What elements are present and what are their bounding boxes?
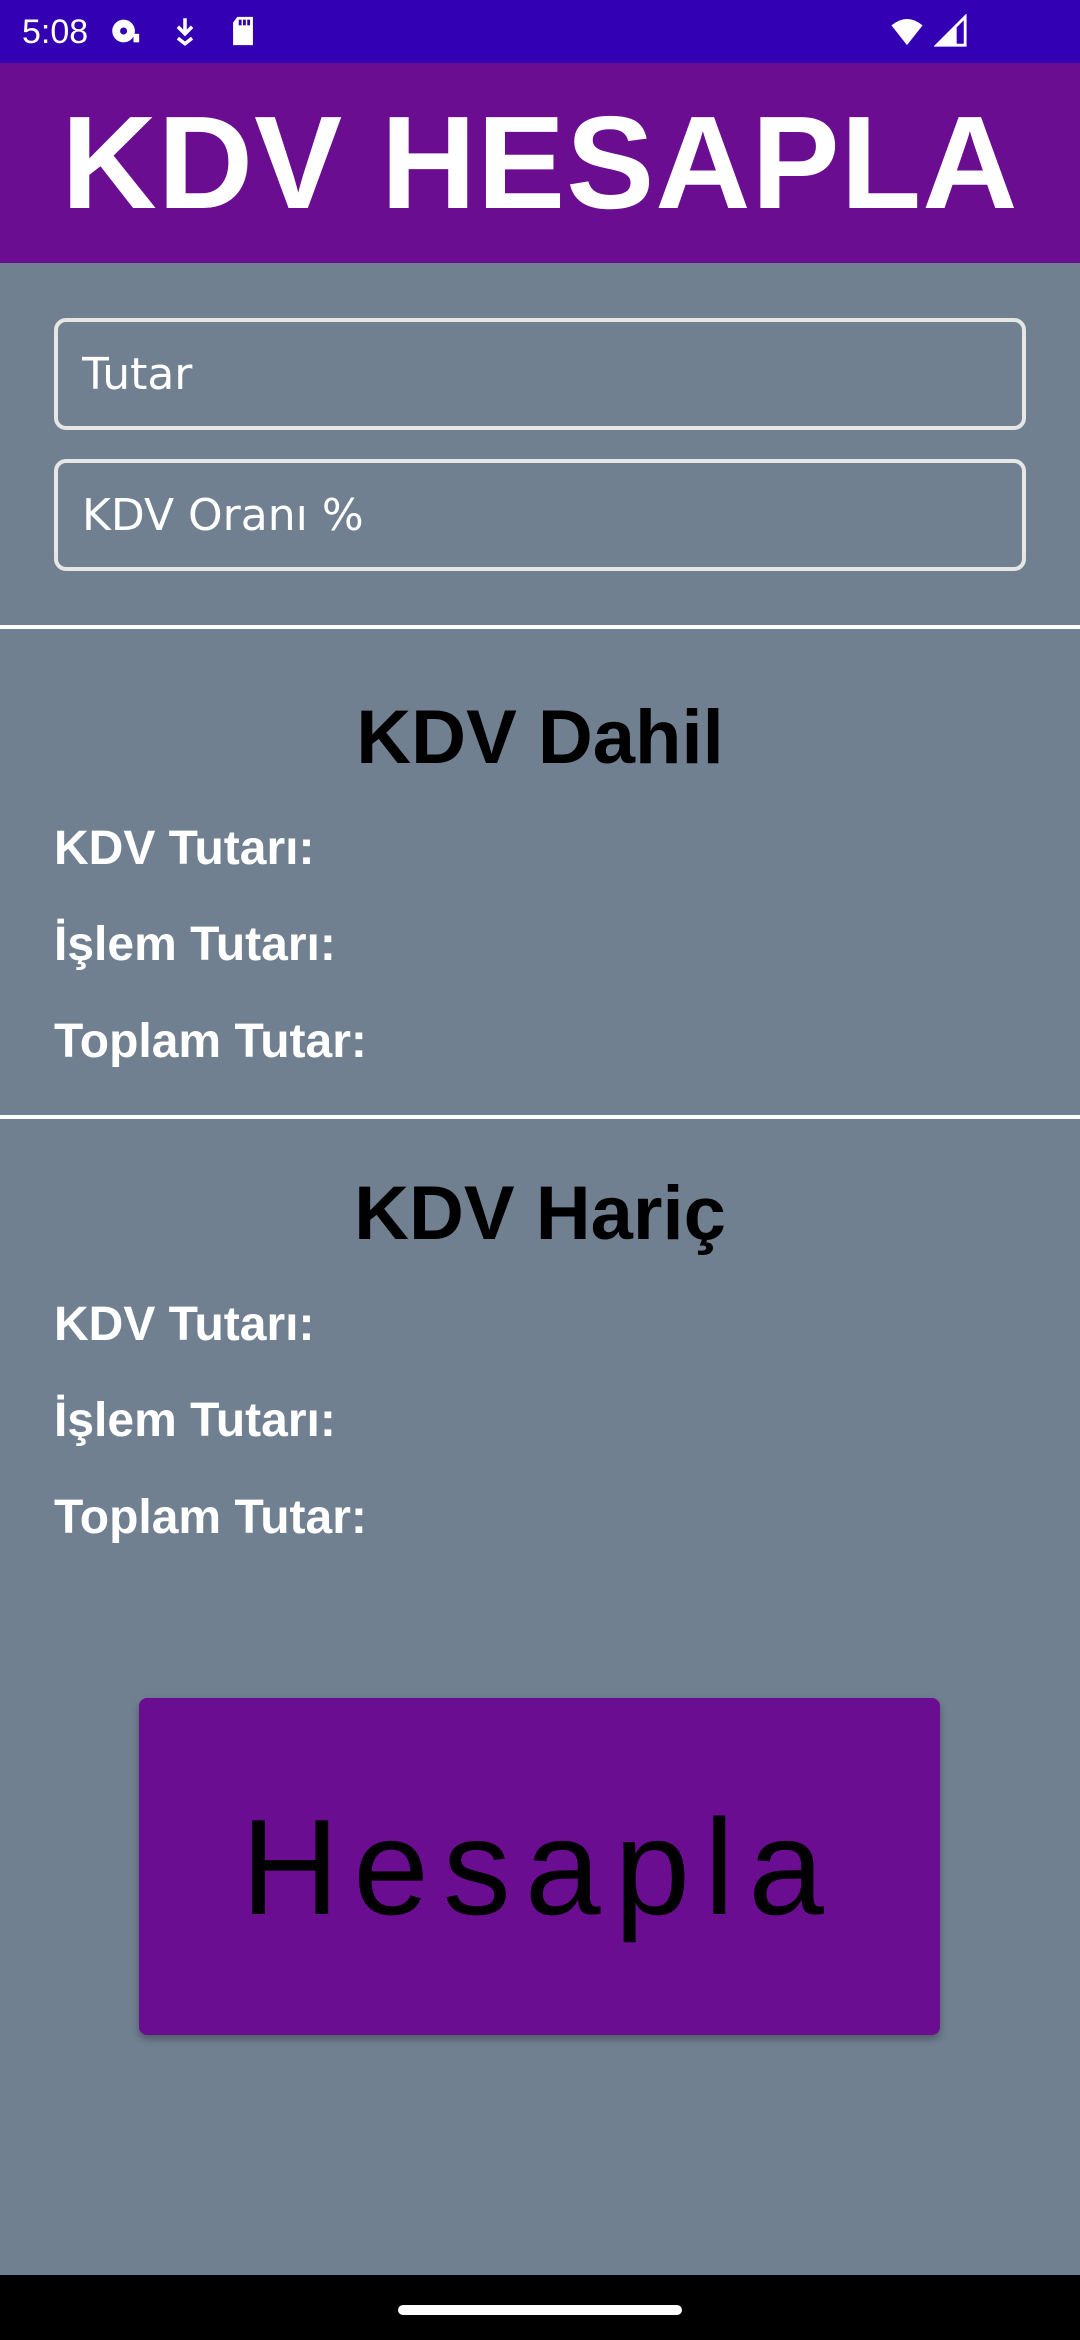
divider [0,625,1080,629]
section-title-vat-included: KDV Dahil [356,695,724,780]
total-amount-label: Toplam Tutar: [54,1491,367,1544]
vat-amount-label: KDV Tutarı: [54,822,315,875]
sd-card-icon [226,14,260,48]
section-title-vat-excluded: KDV Hariç [354,1171,726,1256]
transaction-amount-label: İşlem Tutarı: [54,918,336,971]
vat-amount-label: KDV Tutarı: [54,1298,315,1351]
status-bar: 5:08 [0,0,1080,63]
calculate-button[interactable]: Hesapla [139,1698,940,2035]
vat-rate-input[interactable] [54,459,1026,571]
status-time: 5:08 [22,13,89,51]
signal-icon [934,14,968,48]
amount-input[interactable] [54,318,1026,430]
media-icon [108,14,142,48]
download-icon [168,14,202,48]
wifi-icon [890,14,924,48]
total-amount-label: Toplam Tutar: [54,1015,367,1068]
navigation-bar [0,2275,1080,2340]
app-bar: KDV HESAPLA [0,63,1080,263]
home-gesture-handle[interactable] [398,2305,682,2315]
transaction-amount-label: İşlem Tutarı: [54,1394,336,1447]
divider [0,1115,1080,1119]
page-title: KDV HESAPLA [61,89,1019,236]
calculate-button-label: Hesapla [241,1790,838,1943]
